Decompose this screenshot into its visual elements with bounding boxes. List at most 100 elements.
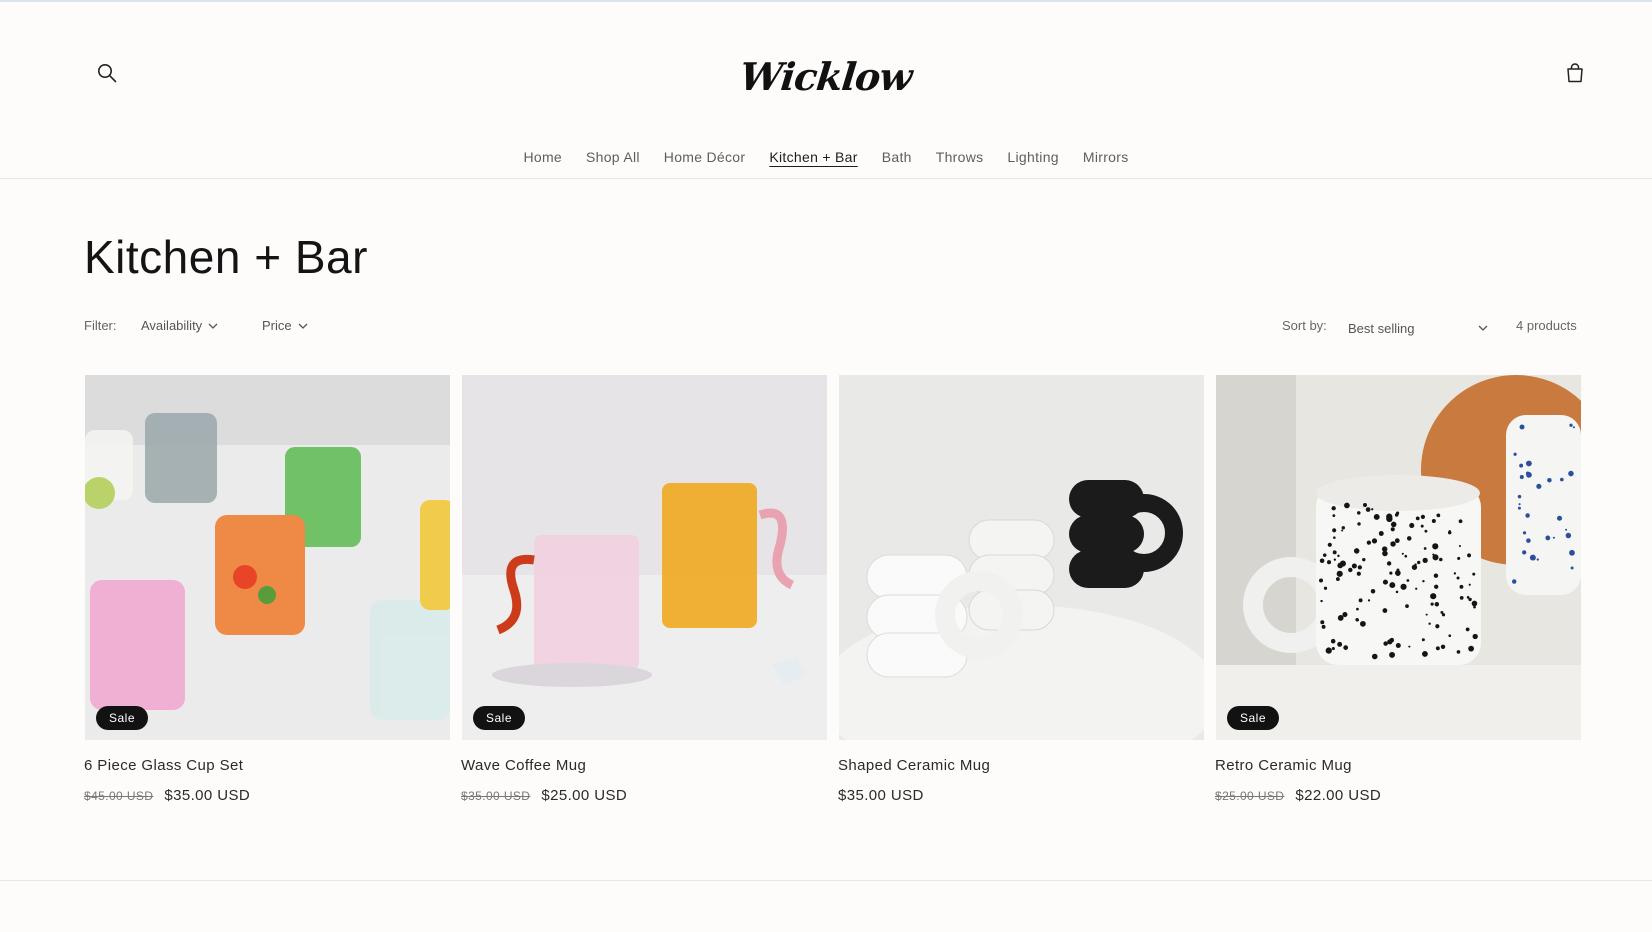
speckle [1440,610,1444,614]
logo[interactable]: Wicklow [726,46,926,106]
search-button[interactable] [87,53,127,93]
nav-kitchen-bar[interactable]: Kitchen + Bar [757,146,869,172]
nav-home-decor[interactable]: Home Décor [652,146,758,172]
speckle [1536,483,1542,489]
speckle [1358,598,1363,603]
product-card[interactable]: Shaped Ceramic Mug $35.00 USD [838,374,1204,814]
price-filter[interactable]: Price [262,318,308,333]
speckle [1337,641,1343,647]
speckle [1360,620,1366,627]
speckle [1382,550,1388,557]
cart-button[interactable] [1555,53,1595,93]
speckle [1395,571,1401,576]
filter-bar: Filter: Availability Price Sort by: Best… [84,316,1584,338]
product-image[interactable] [839,375,1204,740]
product-title[interactable]: Shaped Ceramic Mug [838,757,990,774]
speckle [1395,590,1399,594]
product-card[interactable]: Sale Wave Coffee Mug $35.00 USD $25.00 U… [461,374,827,814]
speckle [1458,544,1461,548]
site-header: Wicklow Home Shop All Home Décor Kitchen… [0,0,1652,179]
page-title: Kitchen + Bar [84,231,368,283]
speckle [1322,553,1327,557]
product-image[interactable]: Sale [85,375,450,740]
speckle [1389,582,1396,589]
speckle [1371,653,1378,660]
product-image[interactable]: Sale [462,375,827,740]
speckle [1565,528,1568,531]
speckle [1422,651,1428,657]
speckled-mug-image [1216,375,1581,740]
speckle [1331,647,1335,651]
regular-price: $35.00 USD [461,789,531,803]
speckle [1390,527,1395,532]
speckle [1382,608,1388,613]
speckle [1422,579,1425,583]
availability-filter[interactable]: Availability [141,318,218,333]
speckle [1518,503,1521,506]
speckle [1415,516,1420,521]
speckle [1395,643,1401,648]
speckle [1389,571,1393,575]
speckle [1415,587,1418,590]
speckle [1356,571,1361,576]
speckle [1473,605,1476,609]
speckle [1382,579,1388,585]
regular-price: $45.00 USD [84,789,154,803]
product-image[interactable]: Sale [1216,375,1581,740]
nav-bath[interactable]: Bath [870,146,924,172]
speckle [1568,470,1574,477]
speckle [1556,515,1563,521]
speckle [1430,602,1434,606]
sale-price: $25.00 USD [541,787,628,804]
speckle [1406,579,1410,582]
nav-throws[interactable]: Throws [924,146,996,172]
speckle [1447,530,1452,535]
speckle [1569,423,1573,427]
speckle [1456,650,1461,654]
speckle [1439,557,1443,562]
speckle [1414,563,1417,566]
speckle [1526,538,1531,543]
speckle [1459,584,1464,589]
speckle [1519,463,1524,468]
speckle [1390,541,1396,547]
speckle [1434,602,1440,607]
speckle [1339,560,1346,567]
nav-home[interactable]: Home [511,146,574,172]
speckle [1517,506,1521,510]
speckle [1391,637,1394,641]
sort-select[interactable]: Best selling [1348,316,1488,338]
nav-shop-all[interactable]: Shop All [574,146,652,172]
speckle [1341,526,1346,530]
price: $35.00 USD [838,787,924,804]
speckle [1367,599,1371,602]
product-prices: $35.00 USD [838,787,924,804]
speckle [1386,561,1392,566]
speckle [1320,620,1325,625]
speckle [1332,514,1336,518]
speckle [1448,634,1452,638]
product-card[interactable]: Sale Retro Ceramic Mug $25.00 USD $22.00… [1215,374,1581,814]
speckle [1326,560,1332,565]
sort-label: Sort by: [1282,318,1327,333]
product-title[interactable]: 6 Piece Glass Cup Set [84,757,243,774]
nav-mirrors[interactable]: Mirrors [1071,146,1141,172]
speckle [1545,535,1551,541]
speckle [1332,550,1337,555]
speckle [1330,638,1336,644]
speckle [1323,586,1328,590]
speckle [1459,596,1464,600]
speckle [1357,565,1362,570]
speckle [1371,508,1374,511]
speckle [1332,528,1337,533]
speckle [1422,557,1428,564]
product-title[interactable]: Retro Ceramic Mug [1215,757,1352,774]
speckle [1357,511,1361,515]
speckle [1435,624,1440,629]
product-card[interactable]: Sale 6 Piece Glass Cup Set $45.00 USD $3… [84,374,450,814]
product-title[interactable]: Wave Coffee Mug [461,757,586,774]
sale-badge: Sale [96,706,149,730]
speckle [1420,524,1424,528]
speckle [1343,645,1349,651]
nav-lighting[interactable]: Lighting [995,146,1070,172]
